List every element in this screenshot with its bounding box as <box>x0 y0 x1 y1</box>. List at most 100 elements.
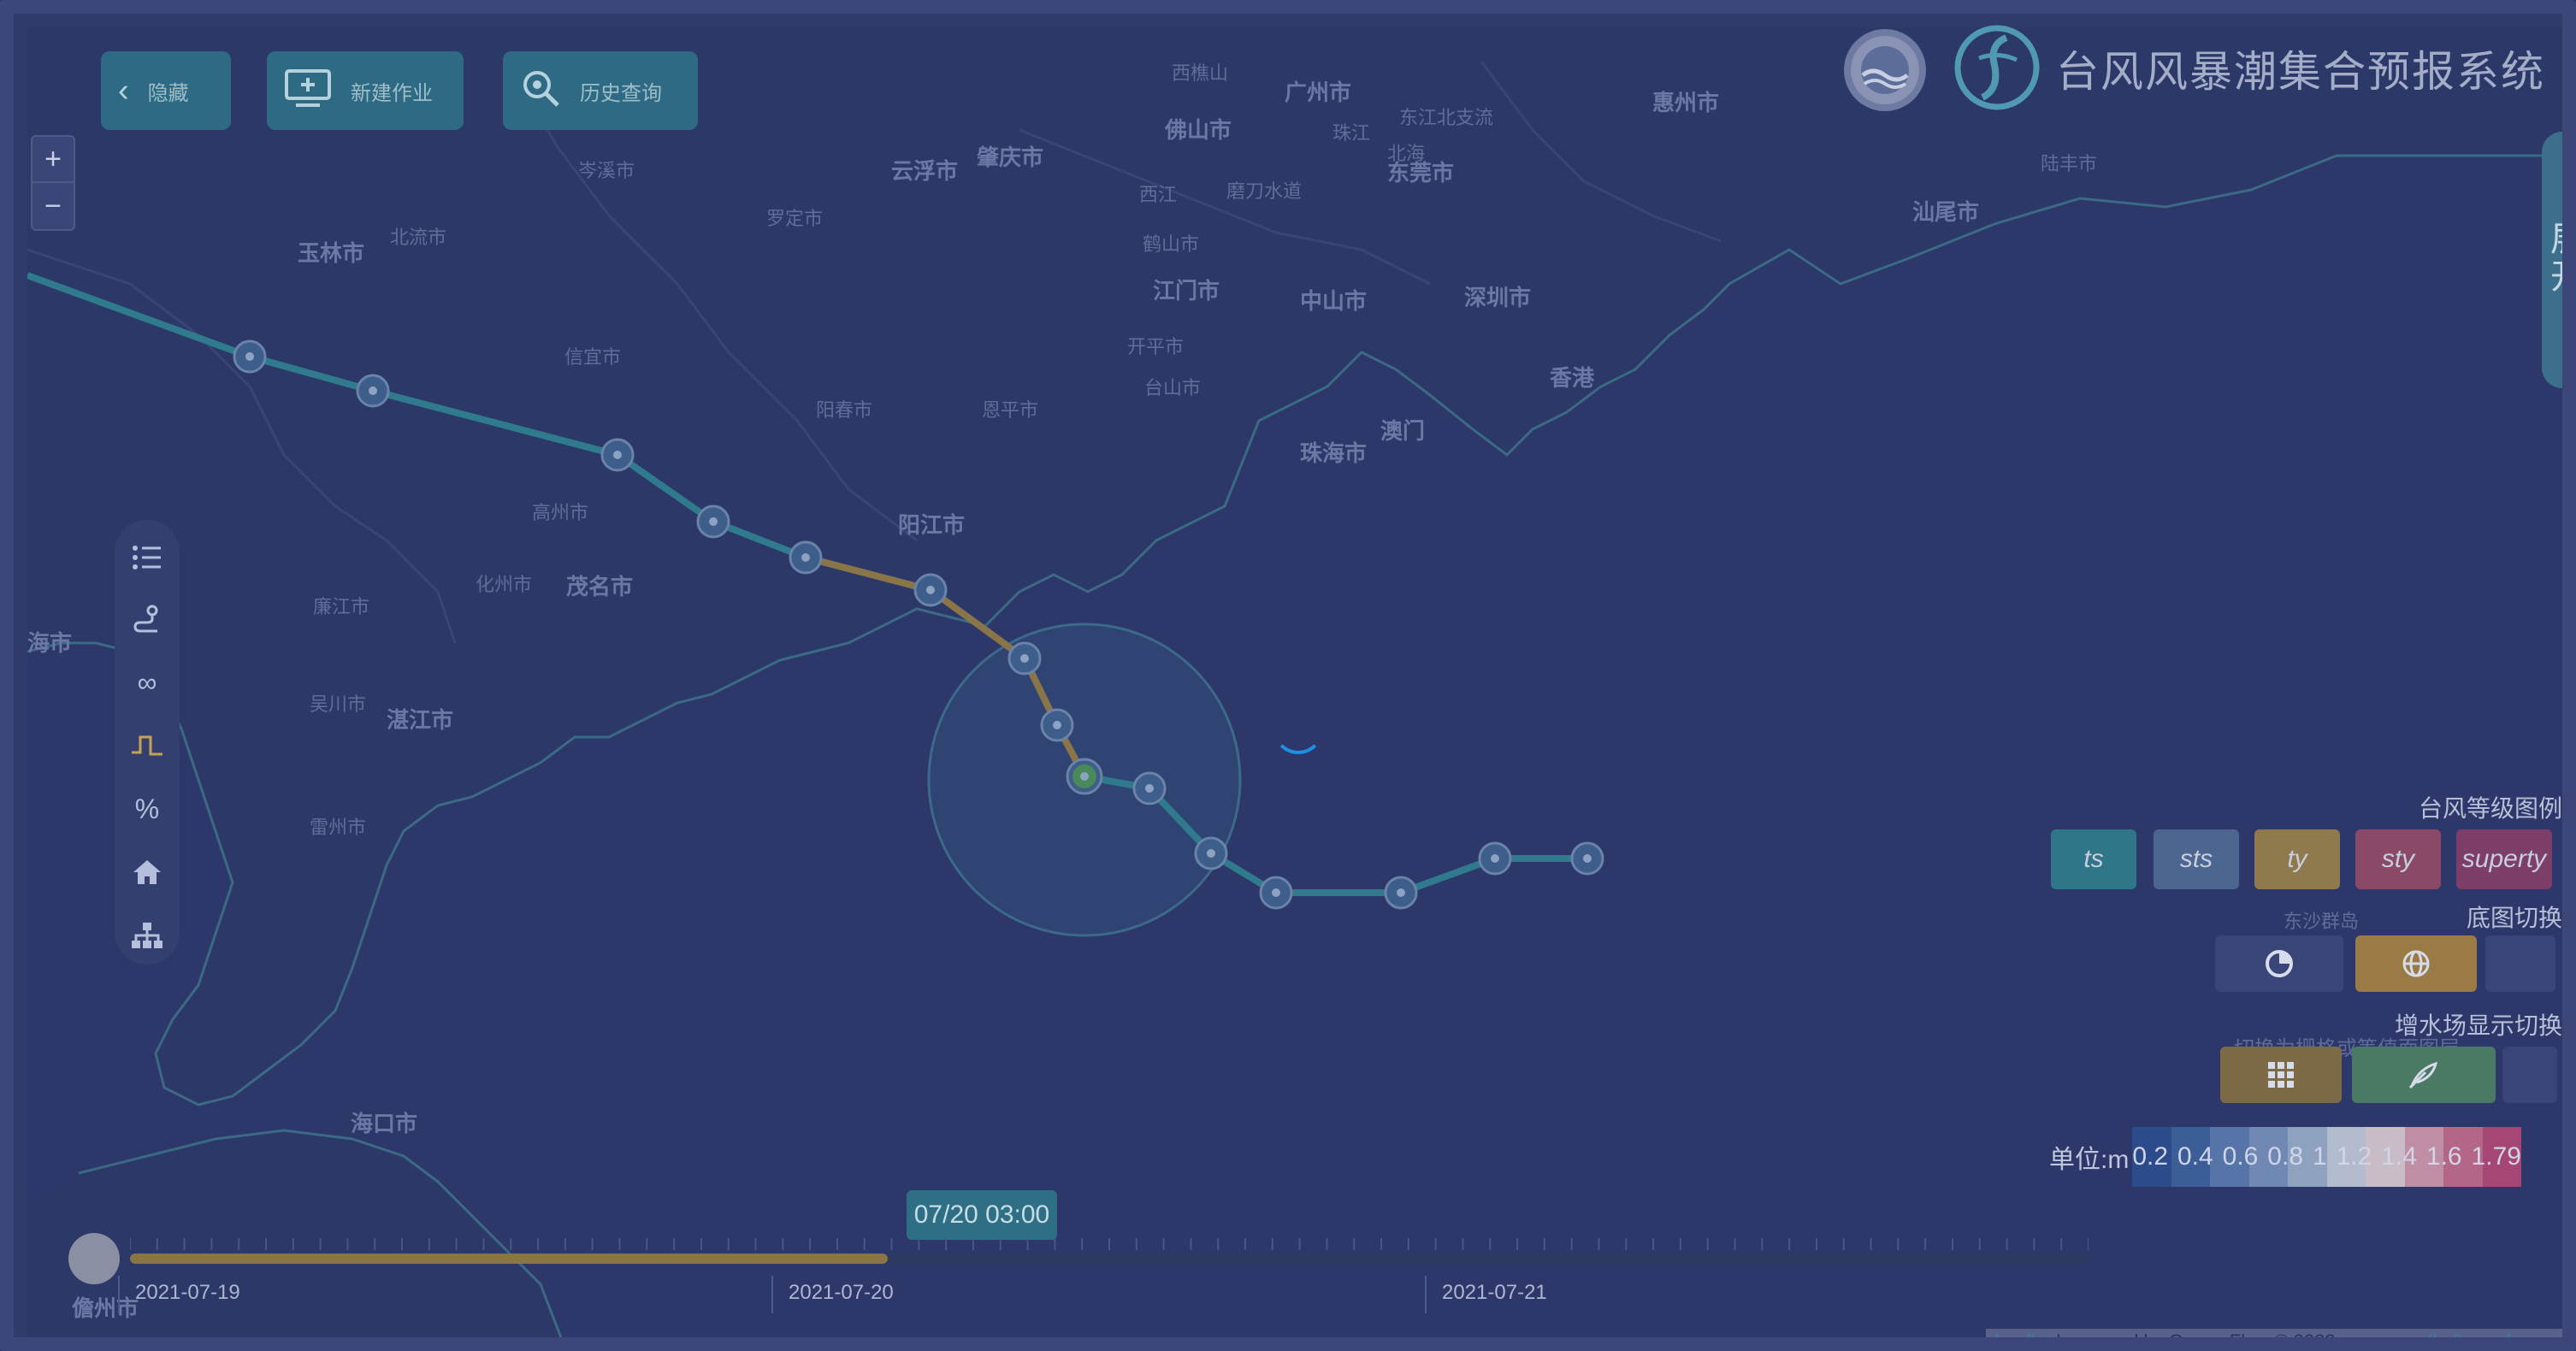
loading-spinner <box>1273 703 1324 754</box>
hide-button[interactable]: ‹ 隐藏 <box>101 51 231 130</box>
monitor-add-icon <box>284 68 332 114</box>
city-label: 阳春市 <box>816 399 873 421</box>
scale-tick-label: 1.4 <box>2381 1142 2417 1171</box>
timeline-ticks <box>130 1238 2089 1250</box>
city-label: 北流市 <box>390 227 447 248</box>
timeline-play-knob[interactable] <box>68 1233 120 1284</box>
timeline-date-label: 2021-07-19 <box>135 1281 240 1304</box>
city-label: 东江北支流 <box>1399 107 1494 128</box>
city-label: 雷州市 <box>310 817 367 838</box>
city-label: 儋州市 <box>72 1295 139 1321</box>
leaflet-link[interactable]: Leaflet <box>1994 1330 2051 1337</box>
scale-tick-label: 1.2 <box>2336 1142 2372 1171</box>
authors-link[interactable]: evaseemefly & nmefc <box>2341 1330 2520 1337</box>
level-sts[interactable]: sts <box>2154 829 2239 889</box>
city-label: 珠海市 <box>1300 440 1368 466</box>
city-label: 磨刀水道 <box>1226 180 1303 202</box>
scale-tick-label: 0.8 <box>2267 1142 2304 1171</box>
history-query-button-label: 历史查询 <box>580 81 662 105</box>
history-query-button[interactable]: 历史查询 <box>503 51 698 130</box>
route-icon[interactable] <box>115 593 180 645</box>
app-frame: 广州市 佛山市 东莞市 惠州市 云浮市 肇庆市 江门市 中山市 深圳市 香港 珠海市 澳门 阳江市 茂名市… <box>0 0 2576 1351</box>
search-icon <box>520 68 561 115</box>
city-label: 汕尾市 <box>1912 199 1980 225</box>
timeline-track[interactable] <box>130 1254 2089 1264</box>
scale-tick-label: 1 <box>2312 1142 2327 1171</box>
city-label: 阳江市 <box>898 512 966 538</box>
city-label: 江门市 <box>1153 278 1220 304</box>
level-ty[interactable]: ty <box>2254 829 2340 889</box>
agency-logo <box>1844 29 1926 111</box>
scale-tick-label: 0.2 <box>2132 1142 2169 1171</box>
city-label: 玉林市 <box>298 240 365 266</box>
level-superty[interactable]: superty <box>2456 829 2552 889</box>
zoom-control: + − <box>31 135 75 231</box>
timeline-date-label: 2021-07-20 <box>789 1281 894 1304</box>
system-logo <box>1953 24 2041 111</box>
city-label: 吴川市 <box>310 693 367 715</box>
city-label: 中山市 <box>1300 288 1368 314</box>
globe-icon <box>2402 950 2430 977</box>
level-legend-title: 台风等级图例 <box>2418 795 2562 822</box>
city-label: 开平市 <box>1127 336 1185 357</box>
city-label: 珠江 <box>1332 122 1371 144</box>
attribution-text: | powered by Ocean Flow © 2022 <box>2051 1330 2341 1351</box>
surge-grid-button[interactable] <box>2220 1047 2342 1103</box>
city-label: 台山市 <box>1144 377 1202 398</box>
city-label: 化州市 <box>476 574 533 595</box>
city-label: 岑溪市 <box>578 160 635 181</box>
map-attribution: Leaflet | powered by Ocean Flow © 2022 e… <box>1986 1329 2562 1351</box>
surge-contour-button[interactable] <box>2352 1047 2496 1103</box>
infinity-icon[interactable]: ∞ <box>115 657 180 708</box>
basemap-globe-button[interactable] <box>2355 935 2477 992</box>
basemap-dark-button[interactable] <box>2215 935 2343 992</box>
tool-strip: ∞ % <box>115 520 180 965</box>
percent-icon[interactable]: % <box>115 783 180 835</box>
city-label: 深圳市 <box>1464 285 1532 310</box>
city-label: 湛江市 <box>387 707 454 733</box>
city-label: 北海 <box>1387 143 1426 164</box>
home-icon[interactable] <box>115 847 180 898</box>
pulse-icon[interactable] <box>115 720 180 771</box>
basemap-switch-title: 底图切换 <box>2466 905 2562 931</box>
current-time-badge: 07/20 03:00 <box>907 1190 1057 1240</box>
city-label: 陆丰市 <box>2041 153 2098 174</box>
expand-panel-button[interactable]: 展开 <box>2542 132 2562 388</box>
city-label: 廉江市 <box>313 596 370 617</box>
city-label: 高州市 <box>532 502 589 523</box>
list-icon[interactable] <box>115 532 180 583</box>
app-title: 台风风暴潮集合预报系统 <box>2056 48 2545 96</box>
city-label: 海口市 <box>351 1111 418 1136</box>
city-label: 鹤山市 <box>1143 233 1200 255</box>
zoom-out-button[interactable]: − <box>32 183 74 229</box>
city-label: 恩平市 <box>982 399 1039 421</box>
city-label: 澳门 <box>1380 418 1426 444</box>
zoom-in-button[interactable]: + <box>32 137 74 183</box>
level-ts[interactable]: ts <box>2051 829 2136 889</box>
pie-icon <box>2266 950 2293 977</box>
scale-tick-label: 1.79 <box>2471 1142 2521 1171</box>
date-divider <box>1425 1276 1427 1313</box>
city-label: 西樵山 <box>1172 62 1229 84</box>
scale-tick-label: 0.6 <box>2222 1142 2259 1171</box>
surge-color-scale: 单位:m 0.2 0.4 0.6 0.8 1 1.2 1.4 1.6 1.79 <box>2049 1127 2522 1187</box>
scale-tick-label: 0.4 <box>2177 1142 2213 1171</box>
scale-tick-label: 1.6 <box>2425 1142 2462 1171</box>
date-divider <box>771 1276 773 1313</box>
date-divider <box>118 1276 120 1313</box>
grid-icon <box>2268 1062 2294 1088</box>
scale-unit: 单位:m <box>2049 1146 2130 1174</box>
city-label: 广州市 <box>1285 80 1352 105</box>
chevron-left-icon: ‹ <box>118 73 129 109</box>
basemap-blank-button[interactable] <box>2485 935 2555 992</box>
city-label: 信宜市 <box>564 346 622 368</box>
surge-blank-button[interactable] <box>2502 1047 2557 1103</box>
city-label: 云浮市 <box>891 158 959 184</box>
new-job-button[interactable]: 新建作业 <box>267 51 464 130</box>
color-ramp: 0.2 0.4 0.6 0.8 1 1.2 1.4 1.6 1.79 <box>2132 1127 2522 1187</box>
hierarchy-icon[interactable] <box>115 910 180 961</box>
new-job-button-label: 新建作业 <box>351 81 433 105</box>
city-label: 海市 <box>27 630 73 656</box>
city-label: 茂名市 <box>566 574 634 599</box>
level-sty[interactable]: sty <box>2355 829 2441 889</box>
